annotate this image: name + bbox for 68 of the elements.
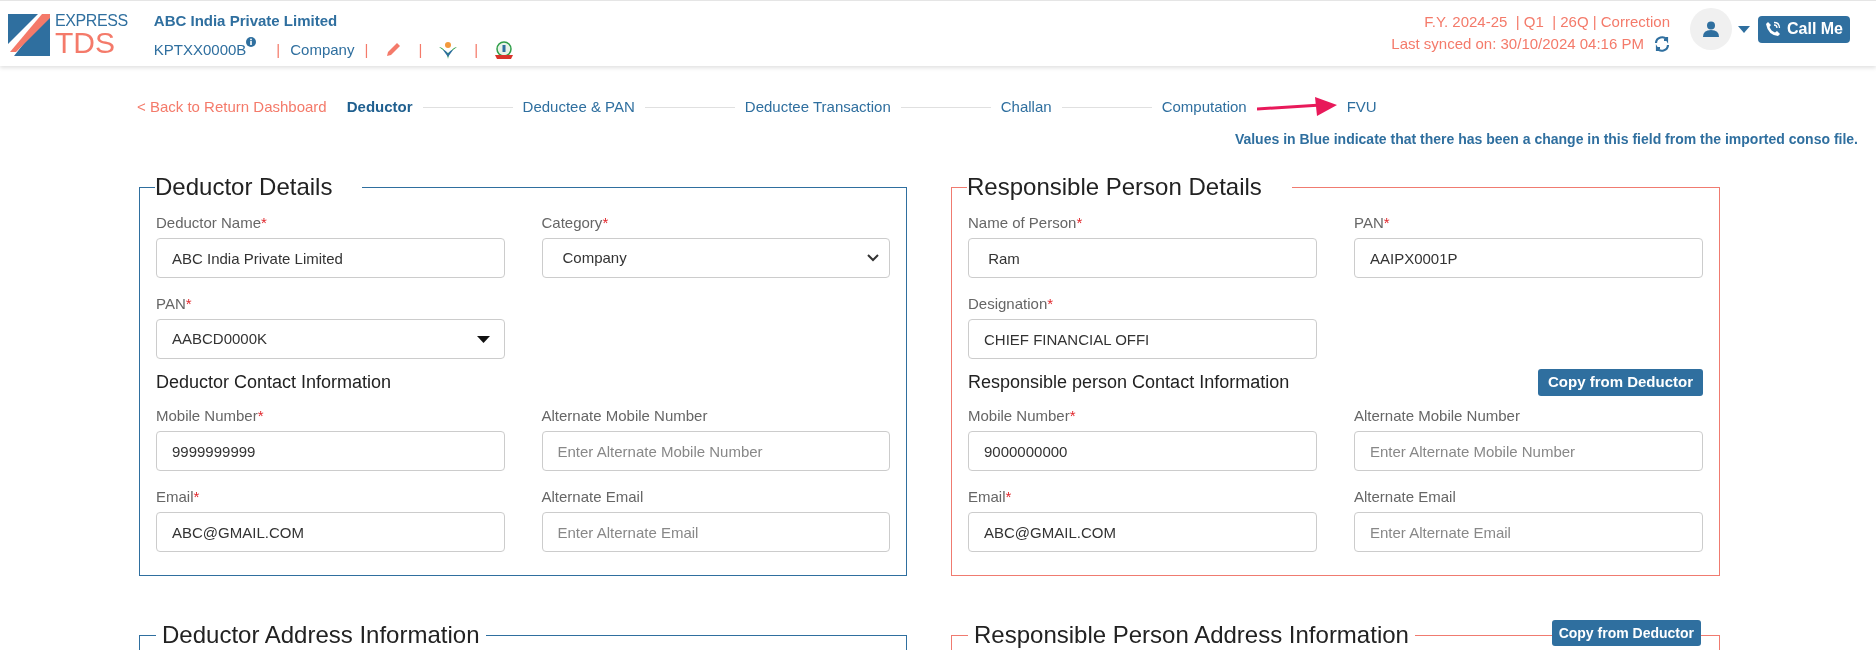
field-label: Alternate Mobile Number	[541, 406, 709, 425]
section-title: Deductor Address Information	[161, 622, 481, 648]
subsection-heading: Deductor Contact Information	[156, 371, 392, 394]
separator: |	[276, 39, 281, 60]
last-synced-text: Last synced on: 30/10/2024 04:16 PM	[1391, 34, 1644, 54]
field-label: Alternate Mobile Number	[1354, 406, 1521, 425]
section-title: Deductor Details	[155, 172, 334, 202]
input-field[interactable]: CHIEF FINANCIAL OFFI	[968, 319, 1317, 359]
field-label: PAN*	[156, 294, 193, 313]
input-field[interactable]: ABC India Private Limited	[156, 238, 505, 278]
info-note: Values in Blue indicate that there has been a change in this field from the imported conso file.	[1234, 130, 1858, 149]
logo-text: TDS	[55, 29, 116, 57]
logo-text: EXPRESS	[55, 13, 128, 29]
step-tab[interactable]: FVU	[1346, 95, 1377, 119]
caret-icon	[476, 335, 490, 343]
step-tab[interactable]: Deductee & PAN	[522, 95, 635, 119]
field-label: PAN*	[1354, 213, 1391, 232]
phone-icon	[1765, 21, 1781, 37]
step-tab[interactable]: Challan	[1000, 95, 1052, 119]
input-field[interactable]: Enter Alternate Mobile Number	[1354, 431, 1703, 471]
field-label: Category*	[541, 213, 610, 232]
field-label: Alternate Email	[541, 487, 645, 506]
input-field[interactable]: Enter Alternate Email	[541, 512, 890, 552]
input-field[interactable]: ABC@GMAIL.COM	[156, 512, 505, 552]
input-field[interactable]: 9999999999	[156, 431, 505, 471]
input-field[interactable]: Ram	[968, 238, 1317, 278]
field-label: Alternate Email	[1354, 487, 1457, 506]
chevron-down-icon	[867, 254, 879, 262]
category-select[interactable]: Company	[541, 238, 890, 278]
step-tab[interactable]: Deductor	[346, 95, 413, 119]
category-label: Company	[290, 39, 355, 60]
call-me-button[interactable]: Call Me	[1758, 15, 1850, 43]
field-label: Email*	[156, 487, 201, 506]
field-label: Deductor Name*	[156, 213, 268, 232]
field-label: Mobile Number*	[968, 406, 1077, 425]
user-icon	[1703, 21, 1719, 37]
separator: |	[418, 39, 423, 60]
seal-icon[interactable]	[494, 39, 515, 60]
company-name: ABC India Private Limited	[153, 11, 339, 31]
pan-dropdown[interactable]: AABCD0000K	[156, 319, 505, 359]
arrow-icon	[1256, 96, 1337, 118]
emblem-icon[interactable]	[438, 40, 459, 59]
separator: |	[474, 39, 479, 60]
avatar[interactable]	[1690, 8, 1732, 50]
input-field[interactable]: 9000000000	[968, 431, 1317, 471]
input-field[interactable]: Enter Alternate Mobile Number	[541, 431, 890, 471]
subsection-heading: Responsible person Contact Information	[968, 371, 1290, 394]
input-field[interactable]: Enter Alternate Email	[1354, 512, 1703, 552]
section-title: Responsible Person Address Information	[973, 622, 1410, 648]
input-field[interactable]: ABC@GMAIL.COM	[968, 512, 1317, 552]
step-tab[interactable]: Computation	[1161, 95, 1247, 119]
copy-from-deductor-button[interactable]: Copy from Deductor	[1538, 369, 1703, 396]
pencil-icon[interactable]	[384, 40, 403, 59]
caret-icon[interactable]	[1738, 25, 1750, 33]
return-info: F.Y. 2024-25 | Q1 | 26Q | Correction	[1424, 12, 1670, 32]
field-label: Email*	[968, 487, 1013, 506]
tan-number: KPTXX0000B	[153, 39, 247, 60]
separator: |	[364, 39, 369, 60]
input-field[interactable]: AAIPX0001P	[1354, 238, 1703, 278]
field-label: Designation*	[968, 294, 1055, 313]
copy-from-deductor-button[interactable]: Copy from Deductor	[1551, 620, 1701, 646]
field-label: Mobile Number*	[156, 406, 265, 425]
section-title: Responsible Person Details	[967, 172, 1263, 202]
step-tab[interactable]: Deductee Transaction	[744, 95, 891, 119]
sync-icon[interactable]	[1654, 36, 1670, 52]
field-label: Name of Person*	[968, 213, 1084, 232]
logo-icon	[8, 14, 50, 56]
info-icon[interactable]	[246, 36, 257, 47]
